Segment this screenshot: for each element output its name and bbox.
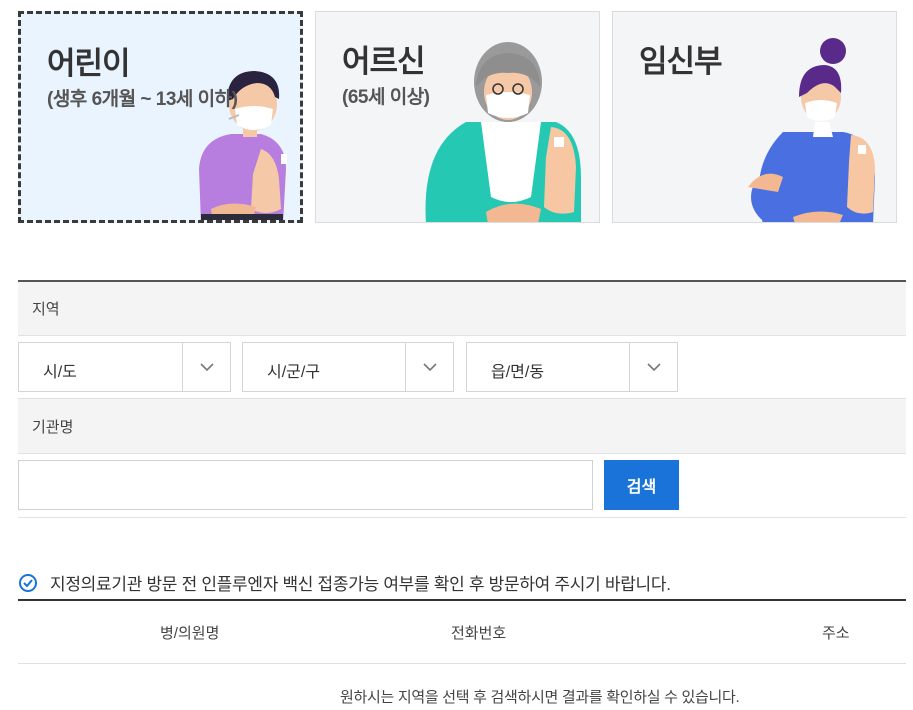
senior-vaccination-illustration [425,42,581,222]
town-select[interactable]: 읍/면/동 [466,342,678,392]
form-bottom-border [18,517,906,518]
district-select[interactable]: 시/군/구 [242,342,454,392]
region-label: 지역 [32,301,60,318]
town-select-value: 읍/면/동 [491,364,545,381]
notice-text: 지정의료기관 방문 전 인플루엔자 백신 접종가능 여부를 확인 후 방문하여 … [50,575,671,594]
column-header-phone: 전화번호 [451,625,507,642]
notice: 지정의료기관 방문 전 인플루엔자 백신 접종가능 여부를 확인 후 방문하여 … [18,570,671,595]
card-title: 어르신 [342,44,426,79]
card-subtitle: (생후 6개월 ~ 13세 이하) [47,89,238,110]
table-header-border [18,663,906,664]
chevron-down-icon [182,343,230,391]
chevron-down-icon [405,343,453,391]
empty-results-message: 원하시는 지역을 선택 후 검색하시면 결과를 확인하실 수 있습니다. [340,689,740,706]
region-label-bar: 지역 [18,282,906,336]
province-select[interactable]: 시/도 [18,342,231,392]
check-circle-icon [19,573,37,592]
table-top-border [18,599,906,601]
column-header-hospital: 병/의원명 [160,625,220,642]
category-card-seniors[interactable]: 어르신 (65세 이상) [315,11,600,223]
province-select-value: 시/도 [43,364,77,381]
column-header-address: 주소 [822,625,850,642]
card-title: 어린이 [47,46,131,81]
institution-label-bar: 기관명 [18,398,906,454]
institution-name-input[interactable] [18,460,593,510]
category-card-children[interactable]: 어린이 (생후 6개월 ~ 13세 이하) [18,11,303,223]
district-select-value: 시/군/구 [267,364,321,381]
pregnant-vaccination-illustration [748,38,875,222]
card-subtitle: (65세 이상) [342,87,430,108]
category-card-pregnant[interactable]: 임신부 [612,11,897,223]
search-button[interactable]: 검색 [604,460,679,510]
card-title: 임신부 [639,44,723,79]
institution-label: 기관명 [32,418,74,436]
chevron-down-icon [629,343,677,391]
